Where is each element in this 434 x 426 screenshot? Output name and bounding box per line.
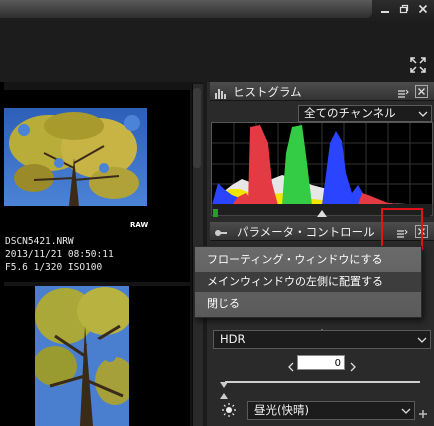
slider-handle-top[interactable] — [220, 373, 228, 388]
menu-item-dock-left[interactable]: メインウィンドウの左側に配置する — [195, 272, 421, 292]
histogram-icon — [214, 85, 227, 99]
thumbnail-image — [4, 108, 147, 206]
menu-item-float-window[interactable]: フローティング・ウィンドウにする — [195, 250, 421, 270]
white-balance-select[interactable]: 昼光(快晴) — [247, 401, 415, 420]
chevron-down-icon — [401, 403, 411, 422]
close-icon[interactable] — [414, 2, 432, 18]
channel-select[interactable]: 全てのチャンネル — [298, 105, 432, 122]
adjustment-select-value: HDR — [220, 332, 246, 346]
adjustment-select[interactable]: HDR — [213, 330, 431, 349]
slider-handle[interactable] — [220, 384, 228, 399]
hdr-slider[interactable] — [225, 381, 420, 383]
param-control-title: パラメータ・コントロール — [237, 225, 375, 239]
increment-icon[interactable] — [349, 357, 357, 372]
panel-menu-icon[interactable] — [397, 85, 409, 98]
highlight-box — [381, 208, 423, 250]
chevron-down-icon — [417, 332, 427, 351]
thumbnail-filename: DSCN5421.NRW — [5, 236, 74, 247]
wrench-icon — [214, 225, 227, 238]
fullscreen-icon[interactable] — [410, 57, 426, 73]
panel-close-icon[interactable] — [415, 85, 428, 98]
channel-select-value: 全てのチャンネル — [304, 106, 396, 120]
collapse-arrow-icon[interactable] — [318, 320, 326, 335]
decrement-icon[interactable] — [287, 357, 295, 372]
white-balance-value: 昼光(快晴) — [254, 403, 309, 417]
sun-icon — [222, 402, 236, 417]
raw-badge: RAW — [130, 221, 149, 229]
window-title-area — [0, 0, 372, 18]
thumbnail-datetime: 2013/11/21 08:50:11 — [5, 249, 114, 260]
panel-context-menu: フローティング・ウィンドウにする メインウィンドウの左側に配置する 閉じる — [194, 246, 422, 318]
histogram-graph — [211, 122, 433, 206]
add-icon[interactable] — [418, 404, 428, 418]
minimize-icon[interactable] — [376, 2, 394, 18]
toolbar — [0, 22, 434, 53]
scrollbar-thumb[interactable] — [193, 88, 201, 168]
toolbar-row — [0, 52, 434, 82]
hdr-value-input[interactable]: 0 — [297, 355, 345, 370]
thumbnail-image — [35, 286, 129, 426]
thumbnail-exposure: F5.6 1/320 ISO100 — [5, 262, 103, 273]
thumbnail-card[interactable] — [0, 286, 190, 426]
histogram-title: ヒストグラム — [233, 85, 302, 99]
restore-icon[interactable] — [395, 2, 413, 18]
menu-item-close[interactable]: 閉じる — [195, 294, 421, 314]
thumbnail-card[interactable]: RAW DSCN5421.NRW 2013/11/21 08:50:11 F5.… — [0, 90, 190, 282]
